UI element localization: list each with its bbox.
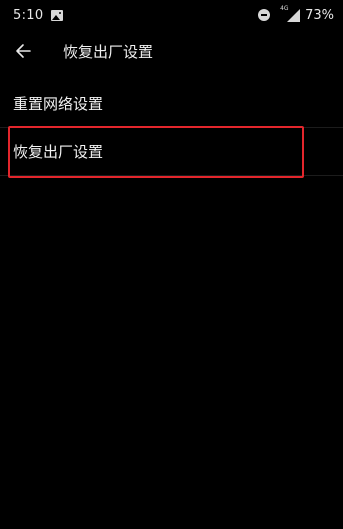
settings-list: 重置网络设置 恢复出厂设置 bbox=[0, 80, 343, 176]
battery-percent: 73% bbox=[305, 7, 334, 23]
back-arrow-icon bbox=[16, 44, 31, 58]
status-bar: 5:10 4G 73% bbox=[0, 0, 343, 30]
do-not-disturb-icon bbox=[258, 9, 271, 21]
menu-item-label: 重置网络设置 bbox=[13, 95, 104, 113]
status-left: 5:10 bbox=[13, 7, 64, 23]
reset-network-settings-item[interactable]: 重置网络设置 bbox=[0, 80, 343, 128]
app-bar: 恢复出厂设置 bbox=[0, 30, 343, 72]
factory-reset-item[interactable]: 恢复出厂设置 bbox=[0, 128, 343, 176]
signal-triangle bbox=[287, 9, 301, 22]
signal-icon: 4G bbox=[278, 5, 301, 22]
status-right: 4G 73% bbox=[258, 5, 334, 23]
menu-item-label: 恢复出厂设置 bbox=[13, 143, 104, 161]
status-time: 5:10 bbox=[13, 7, 44, 23]
back-button[interactable] bbox=[8, 36, 38, 66]
page-title: 恢复出厂设置 bbox=[63, 43, 154, 61]
gallery-icon bbox=[51, 9, 64, 21]
